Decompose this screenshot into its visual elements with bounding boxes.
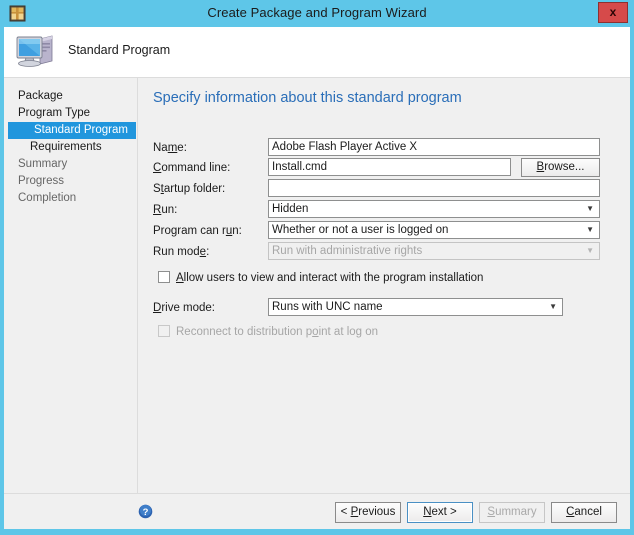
startup-folder-label: Startup folder: [153,183,226,195]
browse-button[interactable]: Browse... [521,158,600,177]
next-button[interactable]: Next > [407,502,473,523]
wizard-body: Package Program Type Standard Program Re… [4,78,630,493]
chevron-down-icon: ▼ [586,225,594,234]
wizard-window: Create Package and Program Wizard x Stan… [0,0,634,535]
summary-button: Summary [479,502,545,523]
run-dropdown[interactable]: Hidden ▼ [268,200,600,218]
header-title: Standard Program [68,43,171,57]
name-input[interactable]: Adobe Flash Player Active X [268,138,600,156]
drive-mode-label: Drive mode: [153,302,215,314]
program-can-run-label: Program can run: [153,225,242,237]
run-mode-dropdown: Run with administrative rights ▼ [268,242,600,260]
drive-mode-dropdown[interactable]: Runs with UNC name ▼ [268,298,563,316]
title-bar: Create Package and Program Wizard x [0,0,634,27]
program-can-run-value: Whether or not a user is logged on [272,224,449,236]
sidebar-item-requirements[interactable]: Requirements [4,139,137,156]
wizard-footer: ? < Previous Next > Summary Cancel [4,493,630,529]
checkbox-box [158,325,170,337]
run-mode-label: Run mode: [153,246,210,258]
computer-icon [14,31,58,73]
drive-mode-value: Runs with UNC name [272,301,383,313]
run-mode-value: Run with administrative rights [272,245,423,257]
command-line-label: Command line: [153,162,231,174]
chevron-down-icon: ▼ [549,302,557,311]
cancel-button[interactable]: Cancel [551,502,617,523]
name-label: Name: [153,142,187,154]
wizard-main-pane: Specify information about this standard … [139,78,630,493]
chevron-down-icon: ▼ [586,204,594,213]
run-dropdown-value: Hidden [272,203,309,215]
run-label: Run: [153,204,178,216]
sidebar-item-package[interactable]: Package [4,88,137,105]
allow-users-checkbox[interactable]: Allow users to view and interact with th… [158,271,483,284]
window-title: Create Package and Program Wizard [207,5,427,20]
program-can-run-dropdown[interactable]: Whether or not a user is logged on ▼ [268,221,600,239]
chevron-down-icon: ▼ [586,246,594,255]
previous-button[interactable]: < Previous [335,502,401,523]
sidebar-item-summary[interactable]: Summary [4,156,137,173]
sidebar-item-program-type[interactable]: Program Type [4,105,137,122]
close-button[interactable]: x [598,2,628,23]
sidebar-item-standard-program[interactable]: Standard Program [8,122,136,139]
sidebar-item-progress[interactable]: Progress [4,173,137,190]
help-icon[interactable]: ? [138,504,153,519]
startup-folder-input[interactable] [268,179,600,197]
svg-text:?: ? [143,507,149,518]
checkbox-box [158,271,170,283]
wizard-header: Standard Program [4,27,630,78]
page-title: Specify information about this standard … [153,90,462,106]
reconnect-checkbox: Reconnect to distribution point at log o… [158,325,378,338]
wizard-sidebar: Package Program Type Standard Program Re… [4,78,138,493]
sidebar-item-completion[interactable]: Completion [4,190,137,207]
command-line-input[interactable]: Install.cmd [268,158,511,176]
